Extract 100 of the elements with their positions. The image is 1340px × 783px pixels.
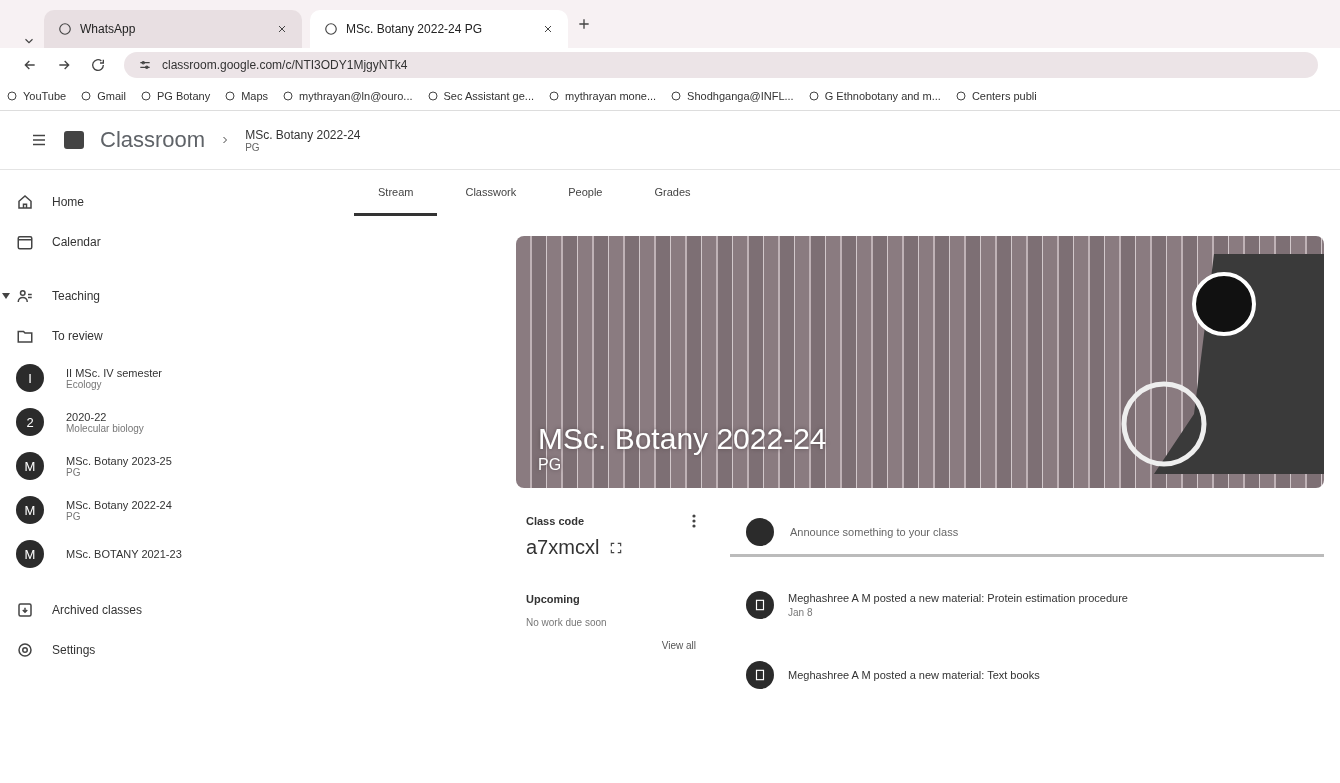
nav-item[interactable]: Archived classes — [16, 590, 346, 630]
class-name: 2020-22 — [66, 410, 108, 423]
url-text: classroom.google.com/c/NTI3ODY1MjgyNTk4 — [162, 58, 408, 72]
more-button[interactable] — [692, 514, 696, 528]
class-tab[interactable]: Stream — [354, 170, 438, 216]
class-item[interactable]: 2 2020-22 Molecular biology — [16, 400, 346, 444]
class-section: PG — [66, 510, 172, 522]
bookmark[interactable]: YouTube — [6, 90, 67, 102]
browser-tab[interactable]: MSc. Botany 2022-24 PG — [310, 10, 568, 48]
class-item[interactable]: M MSc. Botany 2023-25 PG — [16, 444, 346, 488]
class-avatar: 2 — [16, 408, 44, 436]
calendar-icon — [16, 233, 34, 251]
plus-icon — [576, 16, 592, 32]
people-icon — [16, 287, 34, 305]
nav-label: Calendar — [52, 235, 101, 249]
bookmark-icon — [426, 90, 439, 102]
view-all-link[interactable]: View all — [661, 640, 696, 651]
nav-label: Settings — [52, 643, 96, 657]
class-section: Molecular biology — [66, 422, 144, 434]
bookmark-icon — [548, 90, 560, 102]
class-section: PG — [66, 466, 172, 478]
bookmark-icon — [670, 90, 683, 102]
bookmark-icon — [282, 90, 295, 102]
bookmark-icon — [954, 90, 967, 102]
class-code-label: Class code — [526, 515, 585, 527]
class-avatar: M — [16, 452, 44, 480]
close-tab-button[interactable] — [542, 23, 554, 35]
nav-item[interactable]: To review — [16, 316, 346, 356]
post-date: Jan 8 — [788, 607, 814, 618]
class-avatar: I — [16, 364, 44, 392]
bookmark-label: Sec Assistant ge... — [443, 90, 534, 102]
class-name: MSc. BOTANY 2021-23 — [66, 548, 182, 560]
document-icon — [753, 668, 767, 682]
nav-label: To review — [52, 329, 103, 343]
class-name: MSc. Botany 2023-25 — [66, 454, 172, 467]
stream-post[interactable]: Meghashree A M posted a new material: Protein estimation procedure Jan 8 — [730, 583, 1324, 627]
announce-field[interactable]: Announce something to your class — [788, 525, 1308, 539]
class-avatar: M — [16, 496, 44, 524]
nav-item[interactable]: Home — [16, 182, 346, 222]
bookmark-label: Maps — [241, 90, 269, 102]
class-name: MSc. Botany 2022-24 — [66, 498, 172, 511]
class-tab[interactable]: Classwork — [441, 170, 541, 216]
fullscreen-button[interactable] — [609, 540, 624, 555]
app-name: Classroom — [100, 127, 206, 153]
breadcrumb-section: PG — [245, 141, 361, 153]
browser-tab[interactable]: WhatsApp — [44, 10, 302, 48]
nav-item[interactable]: Teaching — [16, 276, 346, 316]
class-name: II MSc. IV semester — [66, 366, 162, 379]
bookmark[interactable]: mythrayan mone... — [548, 90, 657, 102]
class-item[interactable]: M MSc. Botany 2022-24 PG — [16, 488, 346, 532]
tab-title: MSc. Botany 2022-24 PG — [346, 22, 483, 36]
settings-icon — [16, 641, 34, 659]
nav-item[interactable]: Calendar — [16, 222, 346, 262]
nav-item[interactable]: Settings — [16, 630, 346, 670]
class-item[interactable]: M MSc. BOTANY 2021-23 — [16, 532, 346, 576]
class-avatar: M — [16, 540, 44, 568]
breadcrumb-class: MSc. Botany 2022-24 — [245, 127, 361, 142]
bookmark-icon — [224, 90, 237, 102]
upcoming-title: Upcoming — [526, 593, 581, 605]
announce-box[interactable]: Announce something to your class — [730, 510, 1324, 557]
sliders-icon — [138, 58, 152, 72]
bookmark-icon — [6, 90, 18, 102]
class-item[interactable]: I II MSc. IV semester Ecology — [16, 356, 346, 400]
upcoming-text: No work due soon — [526, 617, 608, 628]
bookmark-label: Centers publi — [971, 90, 1037, 102]
bookmark-icon — [807, 90, 820, 102]
close-tab-button[interactable] — [276, 23, 288, 35]
bookmark-label: PG Botany — [156, 90, 211, 102]
globe-icon — [324, 22, 338, 36]
more-vertical-icon — [692, 514, 696, 528]
caret-icon — [2, 293, 10, 299]
stream-post[interactable]: Meghashree A M posted a new material: Text books — [730, 653, 1324, 697]
classroom-logo-icon — [62, 128, 86, 152]
address-bar[interactable]: classroom.google.com/c/NTI3ODY1MjgyNTk4 — [124, 52, 1318, 78]
bookmark[interactable]: Centers publi — [954, 90, 1037, 102]
class-section: Ecology — [66, 378, 162, 390]
bookmark-icon — [80, 90, 93, 102]
nav-label: Archived classes — [52, 603, 143, 617]
bookmark-icon — [139, 90, 152, 102]
bookmark-label: mythrayan mone... — [565, 90, 657, 102]
fullscreen-icon — [609, 540, 624, 555]
class-tab[interactable]: People — [544, 170, 627, 216]
post-title: Meghashree A M posted a new material: Text books — [788, 669, 1040, 681]
class-tab[interactable]: Grades — [630, 170, 715, 216]
bookmark[interactable]: Sec Assistant ge... — [426, 90, 534, 102]
reload-button[interactable] — [90, 57, 106, 73]
bookmark[interactable]: Gmail — [80, 90, 126, 102]
bookmark[interactable]: PG Botany — [139, 90, 211, 102]
class-code: a7xmcxl — [526, 536, 600, 559]
close-icon — [276, 23, 288, 35]
user-avatar — [746, 518, 774, 546]
tab-title: WhatsApp — [80, 22, 136, 36]
bookmark[interactable]: Maps — [224, 90, 269, 102]
nav-label: Home — [52, 195, 84, 209]
post-title: Meghashree A M posted a new material: Protein estimation procedure — [788, 592, 1128, 604]
new-tab-button[interactable] — [576, 16, 592, 32]
nav-label: Teaching — [52, 289, 101, 303]
reload-icon — [90, 57, 106, 73]
bookmark-label: YouTube — [23, 90, 67, 102]
home-icon — [16, 193, 34, 211]
